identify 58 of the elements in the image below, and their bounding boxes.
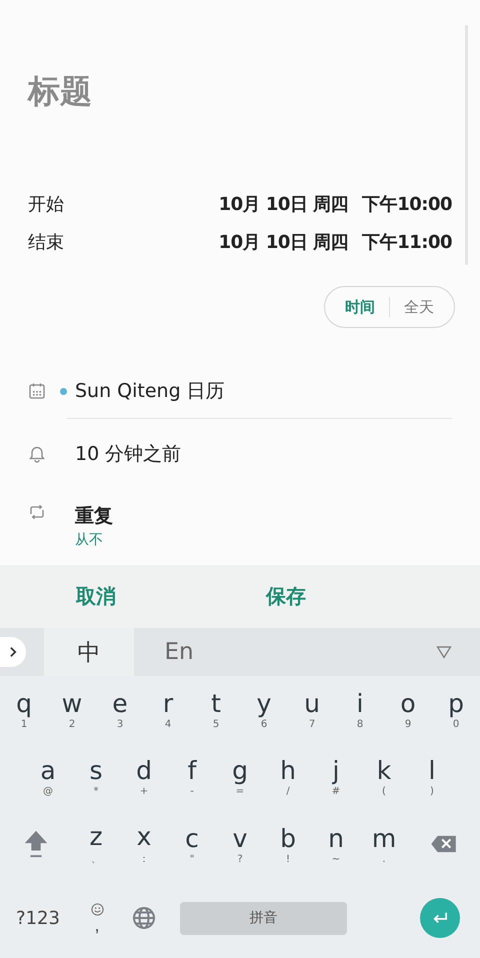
keyboard-key[interactable]: b !: [264, 810, 312, 878]
chevron-icon: [8, 646, 18, 658]
mode-option[interactable]: 全天: [390, 298, 448, 316]
keyboard-key[interactable]: g =: [216, 742, 264, 810]
bell-icon: [28, 445, 46, 463]
keyboard-key[interactable]: h /: [264, 742, 312, 810]
keyboard-key[interactable]: s *: [72, 742, 120, 810]
comma-label: ,: [94, 916, 100, 934]
calendar-dot: [60, 388, 67, 394]
backspace-icon: [430, 834, 458, 854]
keyboard-key[interactable]: r 4: [144, 676, 192, 742]
repeat-value: 从不: [75, 531, 104, 549]
keyboard-key[interactable]: n ~: [312, 810, 360, 878]
calendar-icon: [28, 382, 46, 400]
keyboard-key[interactable]: m .: [360, 810, 408, 878]
keyboard-key[interactable]: j #: [312, 742, 360, 810]
time-value[interactable]: 下午11:00: [362, 230, 452, 254]
keyboard-key[interactable]: w 2: [48, 676, 96, 742]
time-label: 开始: [28, 193, 65, 216]
expand-button[interactable]: [0, 637, 26, 667]
keyboard-key[interactable]: l ): [408, 742, 456, 810]
keyboard-key[interactable]: i 8: [336, 676, 384, 742]
space-key[interactable]: 拼音: [180, 902, 347, 934]
mode-option[interactable]: 时间: [331, 298, 389, 316]
keyboard-key[interactable]: d +: [120, 742, 168, 810]
keyboard-key[interactable]: a @: [24, 742, 72, 810]
comma-key[interactable]: ,: [76, 902, 118, 934]
keyboard-key[interactable]: z 、: [72, 810, 120, 878]
input-mode-tab[interactable]: 中: [44, 628, 134, 676]
keyboard-key[interactable]: t 5: [192, 676, 240, 742]
keyboard-key[interactable]: v ?: [216, 810, 264, 878]
symbols-key[interactable]: ?123: [0, 908, 76, 928]
keyboard-key[interactable]: f -: [168, 742, 216, 810]
action-button[interactable]: 取消: [48, 583, 144, 610]
smiley-icon: [90, 902, 104, 916]
return-arrow-icon: [431, 911, 449, 925]
dropdown-icon[interactable]: [436, 645, 452, 659]
globe-icon[interactable]: [132, 906, 156, 930]
input-mode-tab[interactable]: En: [134, 628, 224, 676]
keyboard-key[interactable]: c ": [168, 810, 216, 878]
keyboard-key[interactable]: k (: [360, 742, 408, 810]
repeat-label[interactable]: 重复: [75, 503, 113, 529]
date-value[interactable]: 10月 10日 周四: [218, 192, 348, 216]
repeat-icon: [28, 503, 46, 521]
keyboard-key[interactable]: q 1: [0, 676, 48, 742]
time-label: 结束: [28, 231, 65, 254]
keyboard-key[interactable]: o 9: [384, 676, 432, 742]
date-value[interactable]: 10月 10日 周四: [218, 230, 348, 254]
keyboard-key[interactable]: u 7: [288, 676, 336, 742]
keyboard-key[interactable]: y 6: [240, 676, 288, 742]
calendar-name[interactable]: Sun Qiteng 日历: [75, 378, 225, 404]
time-value[interactable]: 下午10:00: [362, 192, 452, 216]
keyboard-key[interactable]: e 3: [96, 676, 144, 742]
keyboard-key[interactable]: x ：: [120, 810, 168, 878]
action-button[interactable]: 保存: [238, 583, 334, 610]
enter-key[interactable]: [420, 898, 460, 938]
reminder-value[interactable]: 10 分钟之前: [75, 441, 182, 467]
keyboard-key[interactable]: p 0: [432, 676, 480, 742]
